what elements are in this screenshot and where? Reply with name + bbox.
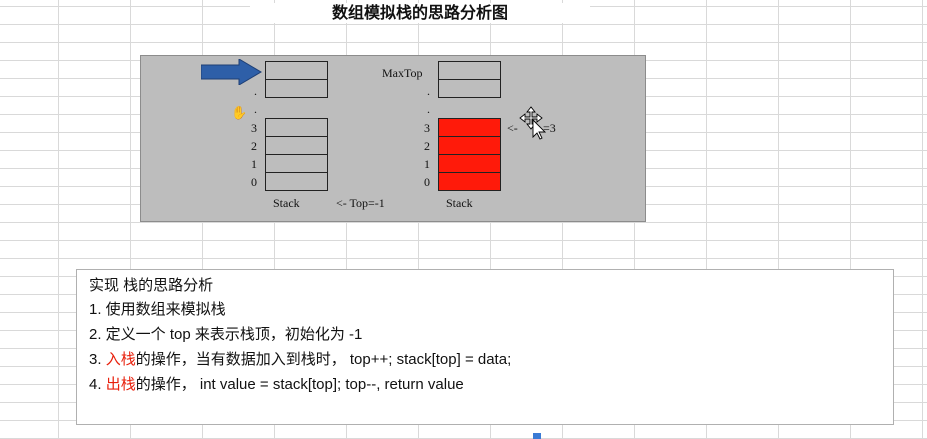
max-top-label: MaxTop (382, 66, 423, 80)
analysis-line-1: 1. 使用数组来模拟栈 (89, 301, 226, 318)
index-dot: . (427, 102, 430, 116)
index-label: 2 (424, 139, 430, 153)
top-initial-note: <- Top=-1 (336, 196, 385, 210)
index-dot: . (254, 84, 257, 98)
stack-cell-filled (438, 154, 501, 173)
analysis-line-2: 2. 定义一个 top 来表示栈顶，初始化为 -1 (89, 326, 363, 343)
analysis-line-3: 3. 入栈的操作，当有数据加入到栈时， top++; stack[top] = … (89, 350, 511, 370)
index-label: 2 (251, 139, 257, 153)
index-label: 3 (251, 121, 257, 135)
stack-cell (265, 136, 328, 155)
stack-cell-filled (438, 136, 501, 155)
move-cursor-icon (519, 106, 547, 140)
stack-cell (438, 61, 501, 80)
stack-diagram: ✋ . . 3 2 1 0 Stack <- Top=-1 MaxTop . .… (140, 55, 646, 222)
stack-cell (265, 172, 328, 191)
stack-label: Stack (273, 196, 300, 210)
analysis-line-4: 4. 出栈的操作， int value = stack[top]; top--,… (89, 375, 464, 395)
stack-cell (438, 79, 501, 98)
line-number: 4. (89, 376, 106, 393)
analysis-heading: 实现 栈的思路分析 (89, 277, 214, 294)
index-label: 1 (251, 157, 257, 171)
index-label: 1 (424, 157, 430, 171)
pop-keyword: 出栈 (105, 376, 136, 393)
stack-cell-filled (438, 118, 501, 137)
stack-cell (265, 118, 328, 137)
index-dot: . (254, 102, 257, 116)
top-note-prefix: <- (507, 121, 518, 135)
diagram-title: 数组模拟栈的思路分析图 (250, 3, 590, 23)
index-label: 0 (424, 175, 430, 189)
stack-cell (265, 154, 328, 173)
push-keyword: 入栈 (105, 351, 136, 368)
stack-cell (265, 79, 328, 98)
scroll-marker (533, 433, 541, 439)
push-description: 的操作，当有数据加入到栈时， top++; stack[top] = data; (135, 351, 512, 368)
index-label: 3 (424, 121, 430, 135)
stack-label: Stack (446, 196, 473, 210)
index-label: 0 (251, 175, 257, 189)
stack-cell (265, 61, 328, 80)
stack-cell-filled (438, 172, 501, 191)
arrow-right-icon (201, 59, 262, 85)
pop-description: 的操作， int value = stack[top]; top--, retu… (135, 376, 464, 393)
index-dot: . (427, 84, 430, 98)
analysis-text-box: 实现 栈的思路分析 1. 使用数组来模拟栈 2. 定义一个 top 来表示栈顶，… (76, 269, 894, 425)
hand-cursor-icon: ✋ (231, 106, 248, 121)
line-number: 3. (89, 351, 106, 368)
